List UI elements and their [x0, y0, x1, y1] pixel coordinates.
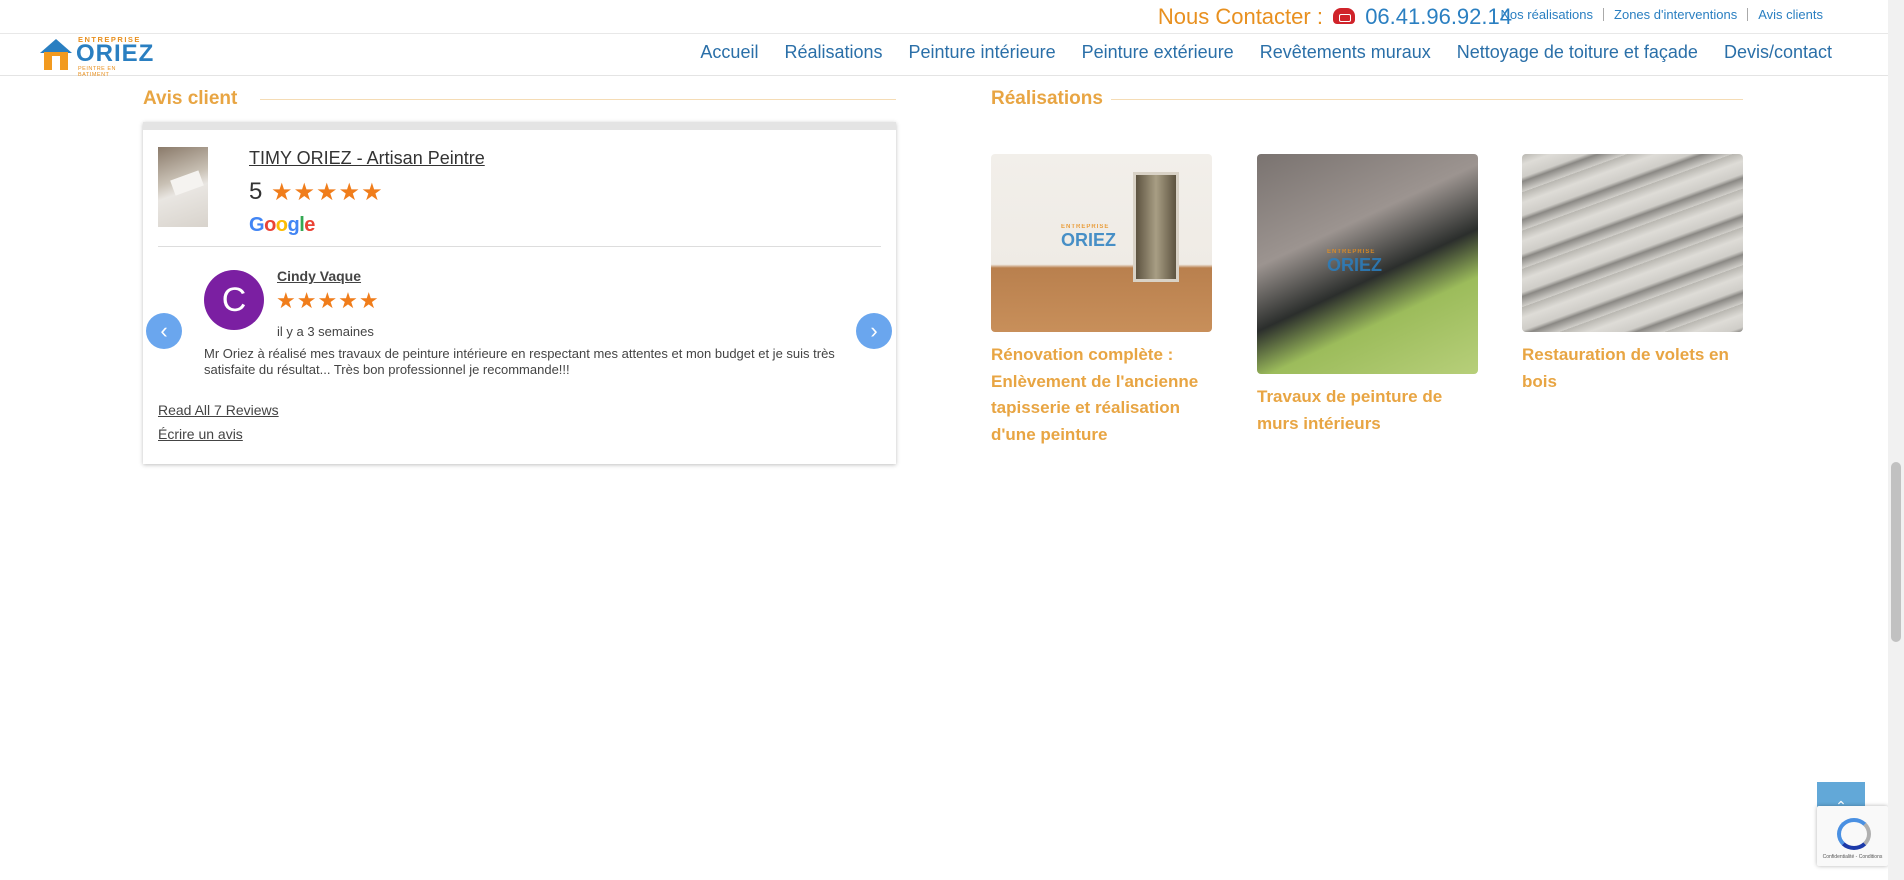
site-logo[interactable]: ENTREPRISE ORIEZ PEINTRE EN BATIMENT	[40, 35, 153, 78]
read-all-reviews-link[interactable]: Read All 7 Reviews	[158, 402, 279, 418]
prev-review-button[interactable]: ‹	[146, 313, 182, 349]
watermark-logo: ENTREPRISE ORIEZ	[1327, 249, 1383, 275]
realisation-image-1[interactable]: ENTREPRISE ORIEZ	[991, 154, 1212, 332]
nav-item-revetements[interactable]: Revêtements muraux	[1260, 42, 1431, 63]
recaptcha-icon	[1837, 818, 1871, 850]
reviews-section-title: Avis client	[143, 88, 238, 109]
write-review-link[interactable]: Écrire un avis	[158, 426, 243, 442]
top-link-zones[interactable]: Zones d'interventions	[1603, 8, 1747, 21]
nav-item-nettoyage[interactable]: Nettoyage de toiture et façade	[1457, 42, 1698, 63]
nav-item-accueil[interactable]: Accueil	[700, 42, 758, 63]
realisation-card-2[interactable]: ENTREPRISE ORIEZ Travaux de peinture de m…	[1257, 154, 1478, 437]
contact-info: Nous Contacter : 06.41.96.92.14	[1158, 4, 1512, 30]
realisation-card-3[interactable]: Restauration de volets en bois	[1522, 154, 1743, 395]
realisations-title-divider	[1111, 99, 1743, 100]
widget-divider	[158, 246, 881, 247]
realisation-card-1[interactable]: ENTREPRISE ORIEZ Rénovation complète : En…	[991, 154, 1212, 448]
logo-brand-text: ORIEZ	[76, 40, 155, 67]
site-header: Nous Contacter : 06.41.96.92.14 Nos réal…	[0, 0, 1888, 78]
contact-label: Nous Contacter :	[1157, 4, 1323, 29]
review-text: Mr Oriez à réalisé mes travaux de peintu…	[204, 346, 835, 377]
top-links: Nos réalisations Zones d'interventions A…	[1491, 8, 1833, 21]
logo-tagline: PEINTRE EN BATIMENT	[78, 66, 117, 78]
recaptcha-text[interactable]: Confidentialité - Conditions	[1817, 854, 1888, 860]
review-date: il y a 3 semaines	[277, 324, 374, 339]
main-nav: Accueil Réalisations Peinture intérieure…	[700, 42, 1832, 63]
scrollbar-thumb[interactable]	[1891, 462, 1901, 642]
google-reviews-widget: TIMY ORIEZ - Artisan Peintre 5 ★★★★★ Goo…	[143, 122, 896, 464]
realisation-title-1[interactable]: Rénovation complète : Enlèvement de l'an…	[991, 342, 1212, 448]
page-scrollbar[interactable]	[1888, 0, 1904, 880]
business-stars: ★★★★★	[271, 179, 384, 206]
review-stars: ★★★★★	[276, 288, 380, 313]
business-name-link[interactable]: TIMY ORIEZ - Artisan Peintre	[249, 148, 485, 169]
realisations-section-title: Réalisations	[991, 88, 1103, 109]
phone-icon	[1333, 8, 1356, 25]
realisation-image-3[interactable]	[1522, 154, 1743, 332]
realisation-image-2[interactable]: ENTREPRISE ORIEZ	[1257, 154, 1478, 374]
top-link-avis[interactable]: Avis clients	[1747, 8, 1833, 21]
watermark-logo: ENTREPRISE ORIEZ	[1061, 224, 1117, 250]
top-bar: Nous Contacter : 06.41.96.92.14 Nos réal…	[0, 0, 1888, 34]
logo-body-icon	[44, 52, 68, 70]
reviewer-name[interactable]: Cindy Vaque	[277, 268, 361, 284]
nav-item-realisations[interactable]: Réalisations	[784, 42, 882, 63]
chevron-right-icon: ›	[870, 318, 878, 343]
recaptcha-badge[interactable]: Confidentialité - Conditions	[1817, 806, 1888, 866]
top-link-realisations[interactable]: Nos réalisations	[1491, 8, 1604, 21]
next-review-button[interactable]: ›	[856, 313, 892, 349]
google-logo: Google	[249, 214, 315, 236]
business-photo	[158, 147, 208, 227]
reviews-title-divider	[260, 99, 896, 100]
reviewer-avatar: C	[204, 270, 264, 330]
window-shape	[1133, 172, 1179, 282]
nav-item-peinture-exterieure[interactable]: Peinture extérieure	[1082, 42, 1234, 63]
nav-item-devis[interactable]: Devis/contact	[1724, 42, 1832, 63]
chevron-left-icon: ‹	[160, 318, 168, 343]
business-rating: 5	[249, 178, 263, 205]
realisation-title-3[interactable]: Restauration de volets en bois	[1522, 342, 1743, 395]
nav-item-peinture-interieure[interactable]: Peinture intérieure	[909, 42, 1056, 63]
realisation-title-2[interactable]: Travaux de peinture de murs intérieurs	[1257, 384, 1478, 437]
logo-house-icon	[40, 39, 72, 53]
